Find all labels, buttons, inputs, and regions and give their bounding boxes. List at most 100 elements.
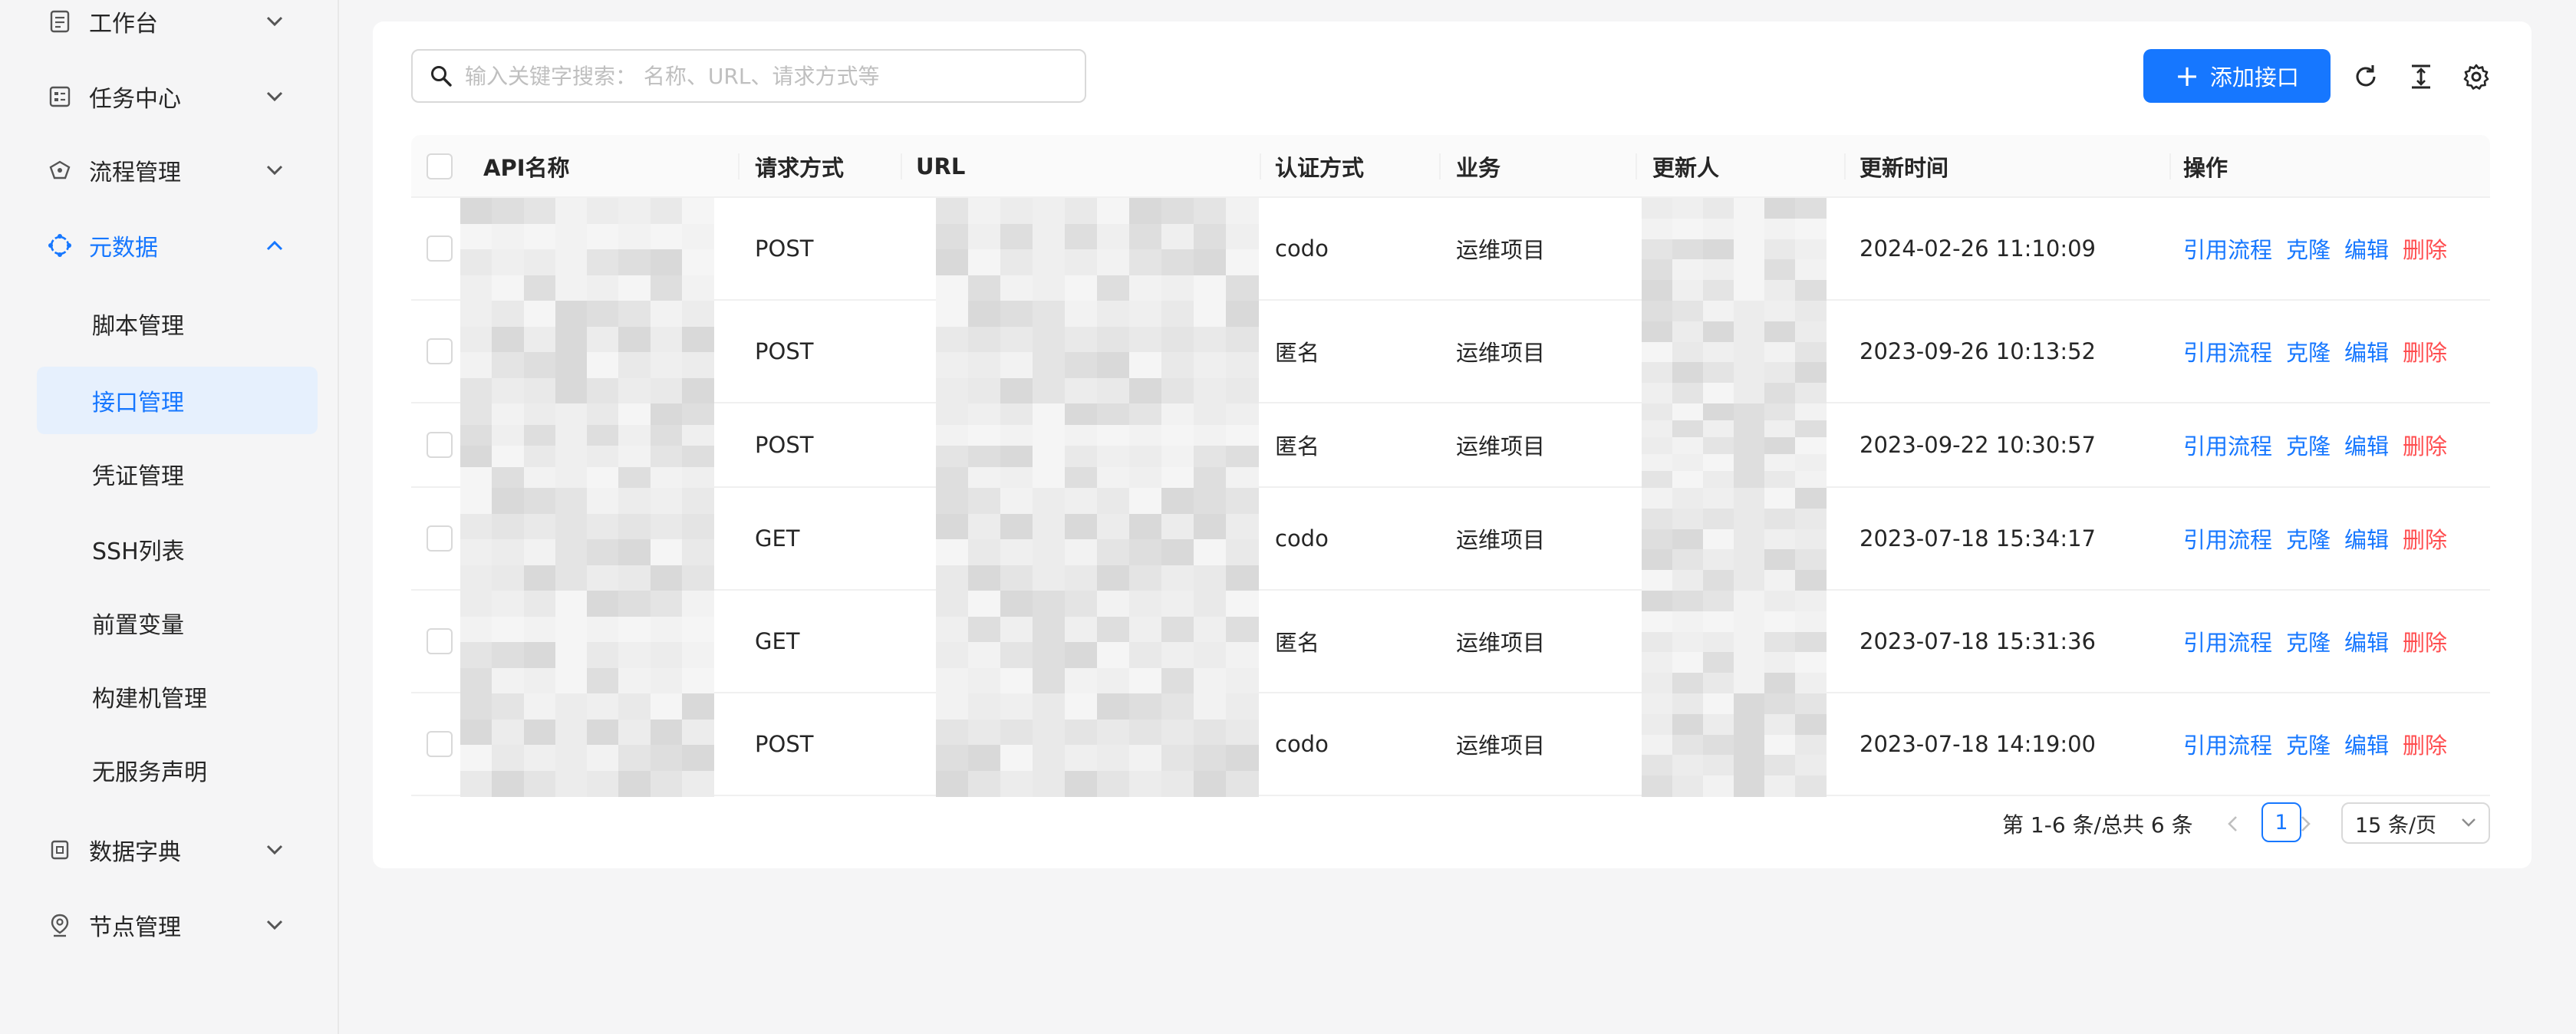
select-all-checkbox[interactable] <box>427 153 453 179</box>
row-checkbox-cell <box>427 488 453 589</box>
sidebar: 工作台 任务中心 流程管理 元数据 脚本管理 接口管理 凭证管理 SSH列表 前… <box>0 0 339 1034</box>
delete-link[interactable]: 删除 <box>2403 429 2447 461</box>
sidebar-item-label: 无服务声明 <box>92 759 207 786</box>
edit-link[interactable]: 编辑 <box>2344 728 2389 760</box>
row-checkbox-cell <box>427 198 453 299</box>
settings-icon[interactable] <box>2459 60 2493 94</box>
nav-group-node-management[interactable]: 节点管理 <box>37 894 305 956</box>
nav-group-data-dictionary[interactable]: 数据字典 <box>37 819 305 881</box>
search-box[interactable] <box>411 49 1086 103</box>
cite-flow-link[interactable]: 引用流程 <box>2183 625 2272 657</box>
column-header-updated-at[interactable]: 更新时间 <box>1860 135 1948 198</box>
nav-group-label: 数据字典 <box>89 839 181 866</box>
delete-link[interactable]: 删除 <box>2403 625 2447 657</box>
cell-updated-at: 2023-09-22 10:30:57 <box>1860 432 2096 458</box>
clone-link[interactable]: 克隆 <box>2286 625 2331 657</box>
refresh-icon[interactable] <box>2349 60 2383 94</box>
sidebar-item-script-management[interactable]: 脚本管理 <box>37 290 318 357</box>
redacted-content <box>1642 198 1827 301</box>
nav-group-label: 任务中心 <box>89 86 181 113</box>
nav-group-metadata[interactable]: 元数据 <box>37 215 305 276</box>
row-checkbox-cell <box>427 693 453 795</box>
table-row[interactable]: GET 匿名 运维项目 2023-07-18 15:31:36 引用流程 克隆 编辑 删除 <box>411 591 2490 694</box>
cell-method: POST <box>755 338 814 364</box>
column-header-url[interactable]: URL <box>916 135 965 198</box>
document-icon <box>44 8 75 35</box>
task-board-icon <box>44 84 75 110</box>
cite-flow-link[interactable]: 引用流程 <box>2183 429 2272 461</box>
nav-group-flow-management[interactable]: 流程管理 <box>37 140 305 201</box>
sidebar-item-label: 构建机管理 <box>92 686 207 713</box>
nav-group-workbench[interactable]: 工作台 <box>37 0 305 52</box>
row-checkbox[interactable] <box>427 628 453 654</box>
delete-link[interactable]: 删除 <box>2403 522 2447 555</box>
search-input[interactable] <box>465 53 1063 99</box>
cite-flow-link[interactable]: 引用流程 <box>2183 335 2272 367</box>
column-header-method[interactable]: 请求方式 <box>755 135 844 198</box>
redacted-content <box>460 693 714 797</box>
row-checkbox[interactable] <box>427 338 453 364</box>
sidebar-item-api-management[interactable]: 接口管理 <box>37 367 318 434</box>
sidebar-item-label: 接口管理 <box>92 390 184 417</box>
row-checkbox[interactable] <box>427 432 453 458</box>
sidebar-item-build-machine[interactable]: 构建机管理 <box>37 663 318 730</box>
add-api-label: 添加接口 <box>2209 64 2299 91</box>
row-checkbox[interactable] <box>427 731 453 757</box>
row-checkbox[interactable] <box>427 525 453 552</box>
clone-link[interactable]: 克隆 <box>2286 232 2331 265</box>
edit-link[interactable]: 编辑 <box>2344 625 2389 657</box>
chevron-right-icon[interactable] <box>2291 807 2321 841</box>
table-row[interactable]: POST 匿名 运维项目 2023-09-22 10:30:57 引用流程 克隆 编辑 删除 <box>411 403 2490 489</box>
sidebar-item-ssh-list[interactable]: SSH列表 <box>37 515 318 583</box>
table-row[interactable]: GET codo 运维项目 2023-07-18 15:34:17 引用流程 克隆 编辑 删除 <box>411 488 2490 591</box>
row-checkbox[interactable] <box>427 235 453 262</box>
cell-business: 运维项目 <box>1456 340 1546 366</box>
add-api-button[interactable]: + 添加接口 <box>2143 49 2331 103</box>
clone-link[interactable]: 克隆 <box>2286 728 2331 760</box>
column-header-updater[interactable]: 更新人 <box>1652 135 1719 198</box>
nav-group-label: 流程管理 <box>89 160 181 186</box>
clone-link[interactable]: 克隆 <box>2286 522 2331 555</box>
cell-updated-at: 2023-07-18 15:31:36 <box>1860 628 2096 654</box>
clone-link[interactable]: 克隆 <box>2286 429 2331 461</box>
nav-group-task-center[interactable]: 任务中心 <box>37 66 305 127</box>
table-row[interactable]: POST codo 运维项目 2024-02-26 11:10:09 引用流程 克隆 编辑删… <box>411 198 2490 301</box>
redacted-content <box>936 693 1259 797</box>
redacted-content <box>936 403 1259 489</box>
column-height-icon[interactable] <box>2404 60 2438 94</box>
cite-flow-link[interactable]: 引用流程 <box>2183 232 2272 265</box>
cell-business: 运维项目 <box>1456 733 1546 759</box>
cell-updated-at: 2023-09-26 10:13:52 <box>1860 338 2096 364</box>
edit-link[interactable]: 编辑 <box>2344 335 2389 367</box>
row-checkbox-cell <box>427 591 453 692</box>
column-header-auth[interactable]: 认证方式 <box>1275 135 1364 198</box>
cell-auth: codo <box>1275 235 1329 262</box>
row-actions: 引用流程 克隆 编辑 删除 <box>2183 488 2461 589</box>
cite-flow-link[interactable]: 引用流程 <box>2183 522 2272 555</box>
page-size-select[interactable]: 15 条/页 <box>2341 802 2490 844</box>
edit-link[interactable]: 编辑 <box>2344 522 2389 555</box>
clone-link[interactable]: 克隆 <box>2286 335 2331 367</box>
cell-method: POST <box>755 731 814 757</box>
column-header-api-name[interactable]: API名称 <box>483 135 570 198</box>
sidebar-item-serverless-declaration[interactable]: 无服务声明 <box>37 736 318 804</box>
dictionary-icon <box>44 837 75 863</box>
api-list-card: + 添加接口 API名称 请求方式 URL 认证方式 业务 <box>373 21 2532 868</box>
sidebar-item-label: SSH列表 <box>92 538 185 565</box>
delete-link[interactable]: 删除 <box>2403 335 2447 367</box>
redacted-content <box>460 488 714 591</box>
sidebar-item-credential-management[interactable]: 凭证管理 <box>37 440 318 508</box>
table-row[interactable]: POST 匿名 运维项目 2023-09-26 10:13:52 引用流程 克隆 编辑 删除 <box>411 301 2490 404</box>
delete-link[interactable]: 删除 <box>2403 728 2447 760</box>
cell-method: GET <box>755 525 800 552</box>
delete-link[interactable]: 删除 <box>2403 232 2447 265</box>
edit-link[interactable]: 编辑 <box>2344 232 2389 265</box>
pagination-total: 第 1-6 条/总共 6 条 <box>2002 812 2193 838</box>
column-header-business[interactable]: 业务 <box>1456 135 1500 198</box>
cell-business: 运维项目 <box>1456 237 1546 263</box>
cite-flow-link[interactable]: 引用流程 <box>2183 728 2272 760</box>
sidebar-item-pre-variables[interactable]: 前置变量 <box>37 589 318 657</box>
table-row[interactable]: POST codo 运维项目 2023-07-18 14:19:00 引用流程 克隆 编辑删… <box>411 693 2490 797</box>
edit-link[interactable]: 编辑 <box>2344 429 2389 461</box>
chevron-left-icon[interactable] <box>2217 807 2248 841</box>
